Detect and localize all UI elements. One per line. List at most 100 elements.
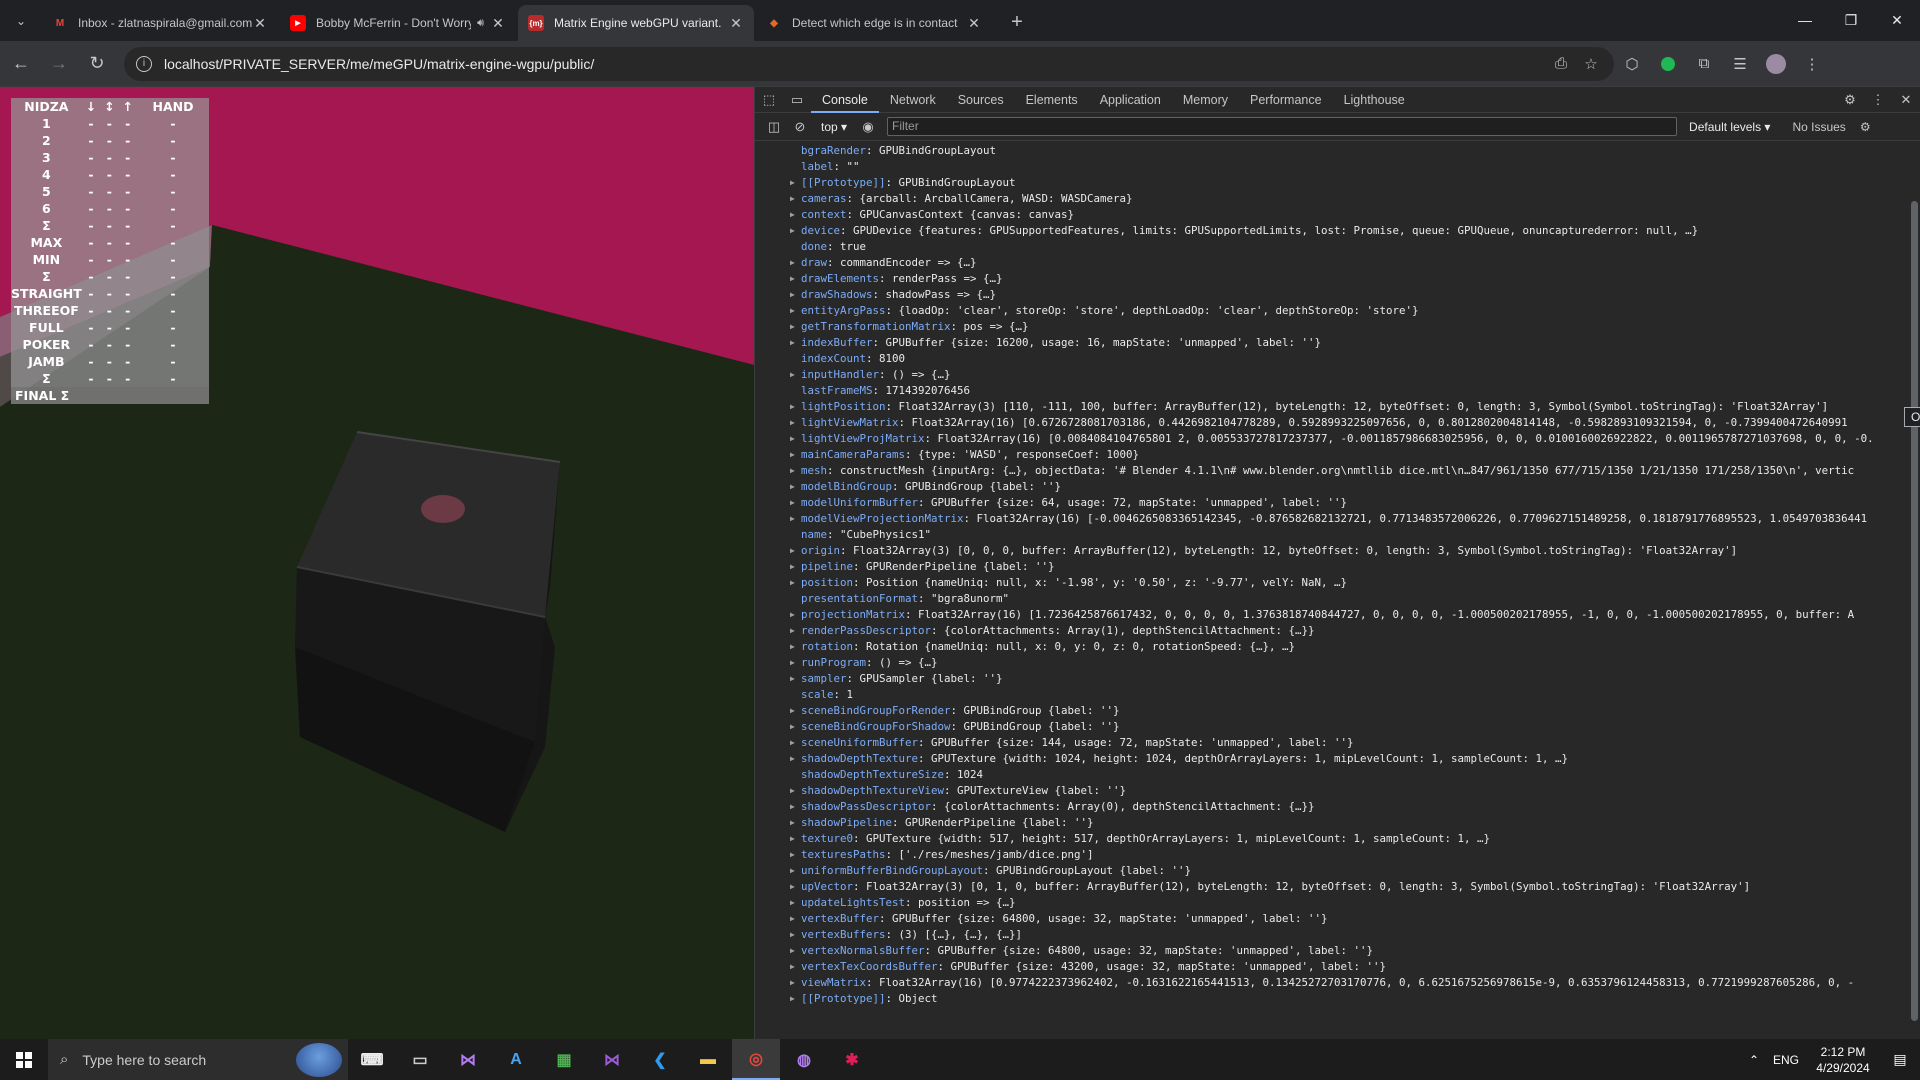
address-bar[interactable]: i localhost/PRIVATE_SERVER/me/meGPU/matr…	[124, 46, 1614, 81]
console-property-line[interactable]: ▶ origin: Float32Array(3) [0, 0, 0, buffe…	[755, 543, 1905, 559]
expand-triangle-icon[interactable]: ▶	[790, 575, 795, 591]
slack-icon[interactable]: ✱	[828, 1039, 876, 1080]
profile-avatar[interactable]	[1758, 47, 1794, 81]
chrome-icon[interactable]: ◎	[732, 1039, 780, 1080]
console-property-line[interactable]: ▶ sampler: GPUSampler {label: ''}	[755, 671, 1905, 687]
score-cell[interactable]: -	[82, 200, 100, 217]
expand-triangle-icon[interactable]: ▶	[790, 911, 795, 927]
console-property-line[interactable]: ▶ shadowPipeline: GPURenderPipeline {labe…	[755, 815, 1905, 831]
score-cell[interactable]: -	[137, 234, 209, 251]
expand-triangle-icon[interactable]: ▶	[790, 559, 795, 575]
expand-triangle-icon[interactable]: ▶	[790, 607, 795, 623]
score-cell[interactable]: -	[137, 251, 209, 268]
back-arrow-icon[interactable]: ←	[4, 47, 38, 81]
console-property-line[interactable]: ▶ draw: commandEncoder => {…}	[755, 255, 1905, 271]
console-property-line[interactable]: ▶ device: GPUDevice {features: GPUSupport…	[755, 223, 1905, 239]
expand-triangle-icon[interactable]: ▶	[790, 975, 795, 991]
expand-triangle-icon[interactable]: ▶	[790, 863, 795, 879]
score-cell[interactable]: -	[82, 336, 100, 353]
extension-icon[interactable]: ⬡	[1614, 47, 1650, 81]
inspect-element-icon[interactable]: ⬚	[755, 92, 783, 108]
score-cell[interactable]: -	[119, 217, 137, 234]
score-cell[interactable]: -	[100, 183, 118, 200]
address-url[interactable]: localhost/PRIVATE_SERVER/me/meGPU/matrix…	[164, 56, 594, 72]
media-control-icon[interactable]: ☰	[1722, 47, 1758, 81]
score-cell[interactable]: -	[82, 234, 100, 251]
browser-tab-matrix-engine[interactable]: {m} Matrix Engine webGPU variant. ✕	[518, 5, 754, 41]
score-cell[interactable]: -	[100, 115, 118, 132]
console-property-line[interactable]: ▶ modelUniformBuffer: GPUBuffer {size: 64…	[755, 495, 1905, 511]
close-tab-icon[interactable]: ✕	[490, 15, 506, 32]
tab-lighthouse[interactable]: Lighthouse	[1333, 87, 1416, 113]
console-property-line[interactable]: ▶ getTransformationMatrix: pos => {…}	[755, 319, 1905, 335]
expand-triangle-icon[interactable]: ▶	[790, 815, 795, 831]
browser-tab-youtube[interactable]: ▶ Bobby McFerrin - Don't Worry 🔊︎ ✕	[280, 5, 516, 41]
expand-triangle-icon[interactable]: ▶	[790, 223, 795, 239]
expand-triangle-icon[interactable]: ▶	[790, 479, 795, 495]
extensions-puzzle-icon[interactable]: ⧉	[1686, 47, 1722, 81]
visual-studio-icon[interactable]: ⋈	[444, 1039, 492, 1080]
score-cell[interactable]: -	[119, 268, 137, 285]
tab-performance[interactable]: Performance	[1239, 87, 1333, 113]
expand-triangle-icon[interactable]: ▶	[790, 463, 795, 479]
console-property-line[interactable]: ▶ viewMatrix: Float32Array(16) [0.9774222…	[755, 975, 1905, 991]
more-options-icon[interactable]: ⋮	[1864, 92, 1892, 108]
settings-gear-icon[interactable]: ⚙	[1836, 92, 1864, 108]
reload-icon[interactable]: ↻	[80, 47, 114, 81]
score-cell[interactable]: -	[137, 200, 209, 217]
score-cell[interactable]: -	[82, 115, 100, 132]
site-info-icon[interactable]: i	[136, 55, 152, 72]
score-cell[interactable]: -	[82, 302, 100, 319]
score-cell[interactable]: -	[119, 353, 137, 370]
visual-studio-purple-icon[interactable]: ⋈	[588, 1039, 636, 1080]
expand-triangle-icon[interactable]: ▶	[790, 879, 795, 895]
score-cell[interactable]: -	[137, 268, 209, 285]
console-property-line[interactable]: ▶ texture0: GPUTexture {width: 517, heigh…	[755, 831, 1905, 847]
console-property-line[interactable]: ▶ inputHandler: () => {…}	[755, 367, 1905, 383]
console-property-line[interactable]: ▶ modelBindGroup: GPUBindGroup {label: ''…	[755, 479, 1905, 495]
console-property-line[interactable]: ▶ runProgram: () => {…}	[755, 655, 1905, 671]
score-cell[interactable]: -	[119, 166, 137, 183]
console-property-line[interactable]: ▶ mesh: constructMesh {inputArg: {…}, obj…	[755, 463, 1905, 479]
clock[interactable]: 2:12 PM 4/29/2024	[1806, 1044, 1880, 1076]
score-cell[interactable]: -	[100, 336, 118, 353]
expand-triangle-icon[interactable]: ▶	[790, 543, 795, 559]
score-cell[interactable]: -	[82, 285, 100, 302]
log-levels-dropdown[interactable]: Default levels ▾	[1689, 120, 1770, 134]
console-property-line[interactable]: ▶ indexBuffer: GPUBuffer {size: 16200, us…	[755, 335, 1905, 351]
expand-triangle-icon[interactable]: ▶	[790, 703, 795, 719]
filter-input[interactable]: Filter	[887, 117, 1678, 136]
taskbar-search[interactable]: ⌕ Type here to search	[48, 1039, 348, 1080]
expand-triangle-icon[interactable]: ▶	[790, 175, 795, 191]
console-property-line[interactable]: ▶ shadowDepthTextureView: GPUTextureView …	[755, 783, 1905, 799]
install-app-icon[interactable]: ⎙	[1546, 55, 1576, 73]
expand-triangle-icon[interactable]: ▶	[790, 991, 795, 1007]
expand-triangle-icon[interactable]: ▶	[790, 927, 795, 943]
console-property-line[interactable]: ▶ mainCameraParams: {type: 'WASD', respon…	[755, 447, 1905, 463]
score-cell[interactable]: -	[82, 149, 100, 166]
score-cell[interactable]: -	[100, 200, 118, 217]
language-indicator[interactable]: ENG	[1766, 1053, 1806, 1067]
windows-start-icon[interactable]	[0, 1039, 48, 1080]
console-property-line[interactable]: ▶ lightPosition: Float32Array(3) [110, -1…	[755, 399, 1905, 415]
expand-triangle-icon[interactable]: ▶	[790, 831, 795, 847]
expand-triangle-icon[interactable]: ▶	[790, 207, 795, 223]
expand-triangle-icon[interactable]: ▶	[790, 191, 795, 207]
tab-sources[interactable]: Sources	[947, 87, 1015, 113]
score-cell[interactable]: -	[82, 370, 100, 387]
score-cell[interactable]: -	[137, 353, 209, 370]
score-cell[interactable]: -	[119, 183, 137, 200]
expand-triangle-icon[interactable]: ▶	[790, 719, 795, 735]
console-property-line[interactable]: ▶ [[Prototype]]: Object	[755, 991, 1905, 1007]
console-property-line[interactable]: ▶ shadowPassDescriptor: {colorAttachments…	[755, 799, 1905, 815]
expand-triangle-icon[interactable]: ▶	[790, 399, 795, 415]
score-cell[interactable]: -	[100, 302, 118, 319]
expand-triangle-icon[interactable]: ▶	[790, 431, 795, 447]
close-devtools-icon[interactable]: ✕	[1892, 92, 1920, 108]
score-cell[interactable]: -	[82, 132, 100, 149]
console-property-line[interactable]: ▶ drawElements: renderPass => {…}	[755, 271, 1905, 287]
console-property-line[interactable]: ▶ drawShadows: shadowPass => {…}	[755, 287, 1905, 303]
expand-triangle-icon[interactable]: ▶	[790, 799, 795, 815]
console-property-line[interactable]: ▶ rotation: Rotation {nameUniq: null, x: …	[755, 639, 1905, 655]
console-property-line[interactable]: ▶ position: Position {nameUniq: null, x: …	[755, 575, 1905, 591]
